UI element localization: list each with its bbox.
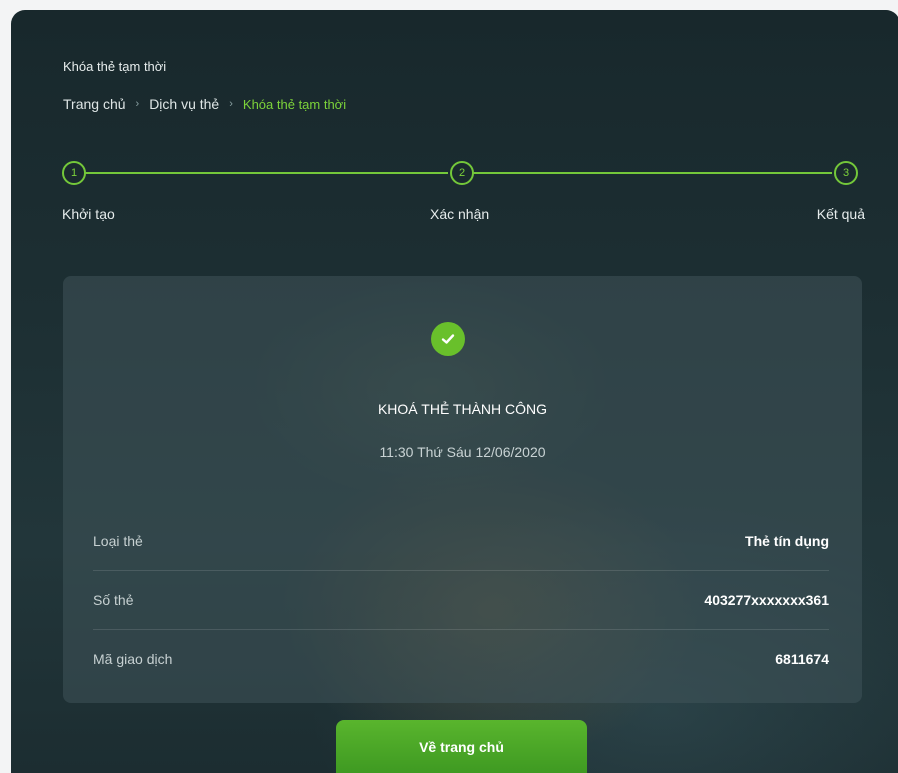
step-3-circle: 3 [834, 161, 858, 185]
chevron-right-icon: › [229, 98, 233, 110]
breadcrumb-card-services[interactable]: Dịch vụ thẻ [149, 96, 219, 112]
breadcrumb-home[interactable]: Trang chủ [63, 96, 126, 112]
detail-row-card-type: Loại thẻ Thẻ tín dụng [93, 512, 829, 571]
stepper-line-1 [84, 172, 448, 174]
detail-row-transaction-id: Mã giao dịch 6811674 [93, 630, 829, 688]
result-title: KHOÁ THẺ THÀNH CÔNG [377, 401, 548, 417]
detail-row-card-number: Số thẻ 403277xxxxxxx361 [93, 571, 829, 630]
page-title: Khóa thẻ tạm thời [63, 59, 167, 74]
chevron-right-icon: › [135, 98, 140, 110]
step-2-circle: 2 [450, 161, 474, 185]
detail-label: Số thẻ [93, 592, 134, 608]
result-time: 11:30 Thứ Sáu 12/06/2020 [379, 444, 546, 460]
detail-label: Loại thẻ [93, 533, 143, 549]
step-3-label: Kết quả [816, 206, 865, 222]
detail-value: Thẻ tín dụng [745, 533, 829, 549]
home-button[interactable]: Về trang chủ [336, 720, 587, 773]
detail-value: 403277xxxxxxx361 [704, 592, 829, 608]
step-1-circle: 1 [62, 161, 86, 185]
breadcrumb-current: Khóa thẻ tạm thời [242, 96, 347, 112]
breadcrumb: Trang chủ › Dịch vụ thẻ › Khóa thẻ tạm t… [63, 96, 346, 112]
check-icon [431, 322, 465, 356]
step-2-label: Xác nhận [430, 206, 490, 222]
stepper-line-2 [472, 172, 832, 174]
step-1-label: Khởi tạo [62, 206, 115, 222]
detail-label: Mã giao dịch [93, 651, 173, 667]
detail-value: 6811674 [775, 651, 829, 667]
main-panel: Khóa thẻ tạm thời Trang chủ › Dịch vụ th… [11, 10, 898, 773]
result-card: KHOÁ THẺ THÀNH CÔNG 11:30 Thứ Sáu 12/06/… [63, 276, 862, 703]
